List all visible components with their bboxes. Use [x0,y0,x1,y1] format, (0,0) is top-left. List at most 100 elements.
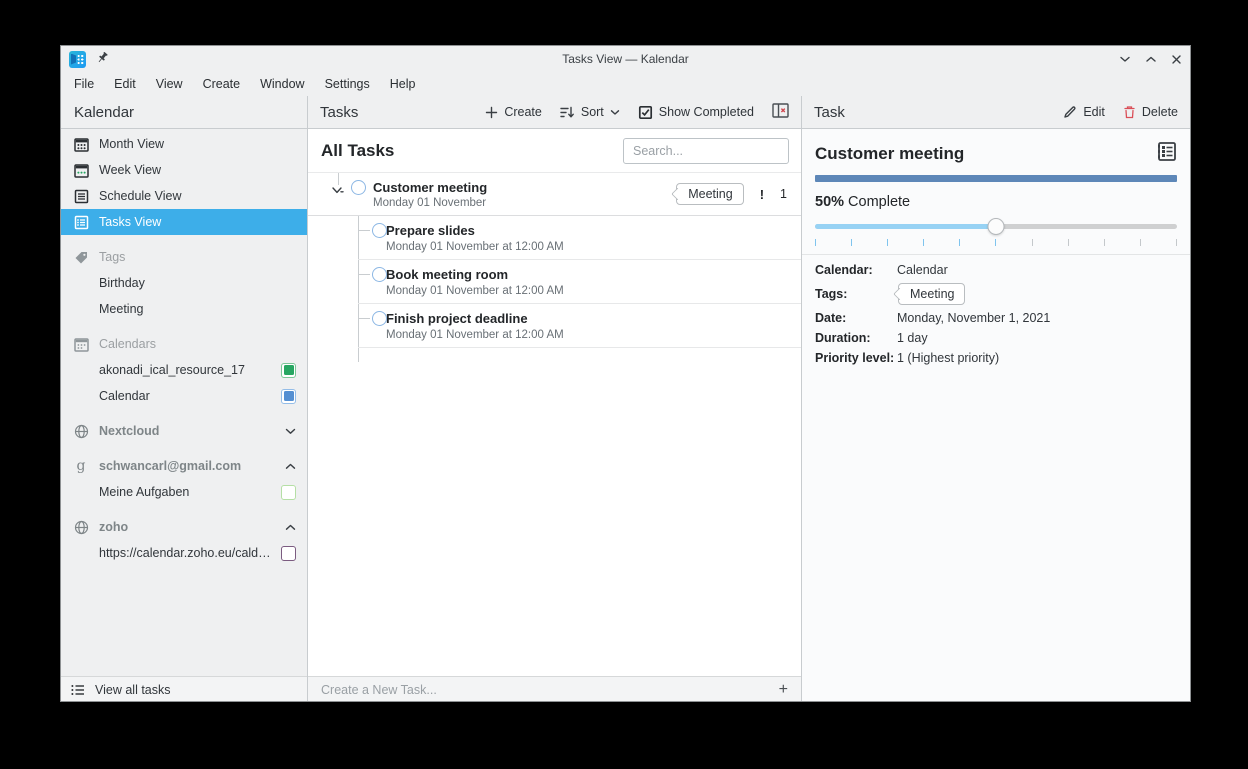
priority-mark: ! [760,187,764,202]
priority-number: 1 [780,187,787,201]
task-date: Monday 01 November [373,197,487,209]
calendar-item-zoho-caldav[interactable]: https://calendar.zoho.eu/caldav/b... [61,540,307,566]
sidebar-item-week-view[interactable]: Week View [61,157,307,183]
week-view-icon [73,162,89,178]
account-gmail[interactable]: g schwancarl@gmail.com [61,453,307,479]
menu-create[interactable]: Create [194,74,250,94]
task-detail-title: Task [814,104,845,121]
maximize-button[interactable] [1145,55,1157,63]
field-label-calendar: Calendar: [815,263,897,277]
field-label-tags: Tags: [815,287,897,301]
calendar-checkbox-meine-aufgaben[interactable] [281,485,296,500]
percent-value: 50% [815,194,844,210]
task-complete-circle[interactable] [351,180,366,195]
field-value-calendar: Calendar [897,263,1177,277]
google-icon: g [73,458,89,474]
edit-button[interactable]: Edit [1063,105,1105,119]
field-label-priority: Priority level: [815,351,897,365]
task-row-finish-project-deadline[interactable]: Finish project deadline Monday 01 Novemb… [308,304,801,348]
tag-item-meeting[interactable]: Meeting [61,296,307,322]
kalendar-app-icon [69,51,86,68]
calendar-checkbox-calendar[interactable] [281,389,296,404]
close-button[interactable] [1171,54,1182,65]
menubar: File Edit View Create Window Settings He… [61,72,1190,96]
tags-section-header[interactable]: Tags [61,244,307,270]
calendar-item-akonadi[interactable]: akonadi_ical_resource_17 [61,357,307,383]
tasks-title: Tasks [320,104,358,121]
chevron-down-icon [610,109,620,116]
menu-edit[interactable]: Edit [105,74,145,94]
calendars-section-header[interactable]: Calendars [61,331,307,357]
tasks-panel: All Tasks Customer meeting Monday 01 Nov… [308,129,802,702]
calendar-checkbox-akonadi[interactable] [281,363,296,378]
progress-slider-fill [815,224,996,229]
sidebar-title: Kalendar [74,104,134,121]
detail-task-title: Customer meeting [815,141,964,164]
sidebar: Month View Week View Schedule View Tasks… [61,129,308,702]
task-complete-circle[interactable] [372,223,387,238]
field-label-duration: Duration: [815,331,897,345]
task-date: Monday 01 November at 12:00 AM [386,241,801,253]
task-detail-header: Task Edit Delete [802,96,1190,128]
task-row-customer-meeting[interactable]: Customer meeting Monday 01 November Meet… [308,173,801,216]
task-tag-chip[interactable]: Meeting [676,183,743,205]
sidebar-item-tasks-view[interactable]: Tasks View [61,209,307,235]
sidebar-header: Kalendar [61,96,308,128]
detail-tag-chip[interactable]: Meeting [898,283,965,305]
titlebar: Tasks View — Kalendar [61,46,1190,72]
view-all-tasks-button[interactable]: View all tasks [61,676,307,702]
expand-arrow-icon[interactable] [331,186,344,195]
slider-ticks [815,239,1177,246]
task-detail-panel: Customer meeting 50% Complete [802,129,1190,702]
account-nextcloud[interactable]: Nextcloud [61,418,307,444]
search-input[interactable] [623,138,789,164]
globe-icon [73,519,89,535]
progress-slider[interactable] [815,220,1177,234]
schedule-view-icon [73,188,89,204]
pin-icon[interactable] [96,51,109,67]
field-label-date: Date: [815,311,897,325]
sort-button[interactable]: Sort [560,105,620,119]
globe-icon [73,423,89,439]
new-task-bar[interactable]: Create a New Task... + [308,676,801,702]
window-title: Tasks View — Kalendar [61,52,1190,66]
menu-file[interactable]: File [65,74,103,94]
minimize-button[interactable] [1119,55,1131,63]
task-complete-circle[interactable] [372,267,387,282]
calendars-icon [73,336,89,352]
field-value-date: Monday, November 1, 2021 [897,311,1177,325]
chevron-up-icon [285,463,296,470]
task-row-book-meeting-room[interactable]: Book meeting room Monday 01 November at … [308,260,801,304]
add-task-icon[interactable]: + [779,681,788,699]
task-row-prepare-slides[interactable]: Prepare slides Monday 01 November at 12:… [308,216,801,260]
create-button[interactable]: Create [485,105,542,119]
calendar-checkbox-zoho[interactable] [281,546,296,561]
menu-help[interactable]: Help [381,74,425,94]
menu-settings[interactable]: Settings [316,74,379,94]
account-zoho[interactable]: zoho [61,514,307,540]
task-complete-circle[interactable] [372,311,387,326]
app-window: Tasks View — Kalendar File Edit View Cre… [60,45,1191,702]
calendar-item-meine-aufgaben[interactable]: Meine Aufgaben [61,479,307,505]
all-tasks-heading: All Tasks [321,141,394,161]
view-all-tasks-icon [70,682,86,698]
menu-view[interactable]: View [147,74,192,94]
sidebar-item-schedule-view[interactable]: Schedule View [61,183,307,209]
task-date: Monday 01 November at 12:00 AM [386,285,801,297]
task-title: Book meeting room [386,266,801,285]
journal-icon [1156,141,1177,165]
month-view-icon [73,136,89,152]
delete-button[interactable]: Delete [1123,105,1178,119]
new-task-placeholder[interactable]: Create a New Task... [321,683,779,697]
task-title: Prepare slides [386,222,801,241]
tag-item-birthday[interactable]: Birthday [61,270,307,296]
show-completed-button[interactable]: Show Completed [638,105,754,120]
field-value-priority: 1 (Highest priority) [897,351,1177,365]
task-title: Customer meeting [373,179,487,198]
toggle-details-panel-icon[interactable] [772,103,789,121]
sidebar-item-month-view[interactable]: Month View [61,131,307,157]
calendar-item-calendar[interactable]: Calendar [61,383,307,409]
menu-window[interactable]: Window [251,74,313,94]
percent-complete-label: 50% Complete [815,194,1177,210]
progress-slider-handle[interactable] [988,218,1005,235]
